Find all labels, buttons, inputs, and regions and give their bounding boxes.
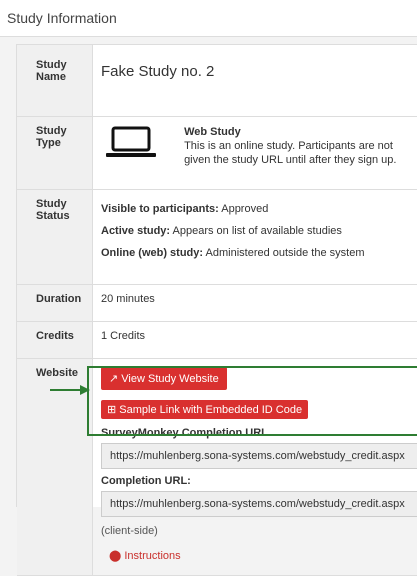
label-study-name: Study Name xyxy=(17,45,93,117)
active-value: Appears on list of available studies xyxy=(173,225,342,237)
visible-label: Visible to participants: xyxy=(101,203,219,215)
study-name: Fake Study no. 2 xyxy=(93,45,417,117)
study-type-desc: This is an online study. Participants ar… xyxy=(184,140,396,166)
visible-value: Approved xyxy=(221,203,268,215)
online-value: Administered outside the system xyxy=(206,247,365,259)
label-study-type: Study Type xyxy=(17,117,93,190)
label-duration: Duration xyxy=(17,285,93,322)
row-duration: Duration 20 minutes xyxy=(17,285,417,322)
study-type: Web Study This is an online study. Parti… xyxy=(93,117,417,190)
label-study-status: Study Status xyxy=(17,190,93,285)
surveymonkey-url-field[interactable]: https://muhlenberg.sona-systems.com/webs… xyxy=(101,443,417,469)
info-icon: ⬤ xyxy=(109,550,121,562)
row-study-status: Study Status Visible to participants: Ap… xyxy=(17,190,417,285)
completion-url-heading: Completion URL: xyxy=(101,475,410,487)
laptop-icon xyxy=(101,125,161,161)
online-label: Online (web) study: xyxy=(101,247,203,259)
study-info-card: Study Name Fake Study no. 2 Study Type W… xyxy=(16,44,417,507)
row-credits: Credits 1 Credits xyxy=(17,322,417,359)
label-credits: Credits xyxy=(17,322,93,359)
study-type-title: Web Study xyxy=(184,125,399,139)
completion-url-field[interactable]: https://muhlenberg.sona-systems.com/webs… xyxy=(101,491,417,517)
client-side-note: (client-side) xyxy=(101,525,410,537)
row-study-name: Study Name Fake Study no. 2 xyxy=(17,45,417,117)
active-label: Active study: xyxy=(101,225,170,237)
instructions-link[interactable]: ⬤ Instructions xyxy=(109,550,181,562)
credits: 1 Credits xyxy=(93,322,417,359)
study-info-table: Study Name Fake Study no. 2 Study Type W… xyxy=(17,45,417,576)
study-status: Visible to participants: Approved Active… xyxy=(93,190,417,285)
row-study-type: Study Type Web Study This is an online s… xyxy=(17,117,417,190)
panel-title: Study Information xyxy=(7,10,117,26)
arrow-indicator xyxy=(50,384,90,396)
highlight-box xyxy=(87,366,417,436)
panel-header: Study Information xyxy=(0,0,417,37)
duration: 20 minutes xyxy=(93,285,417,322)
